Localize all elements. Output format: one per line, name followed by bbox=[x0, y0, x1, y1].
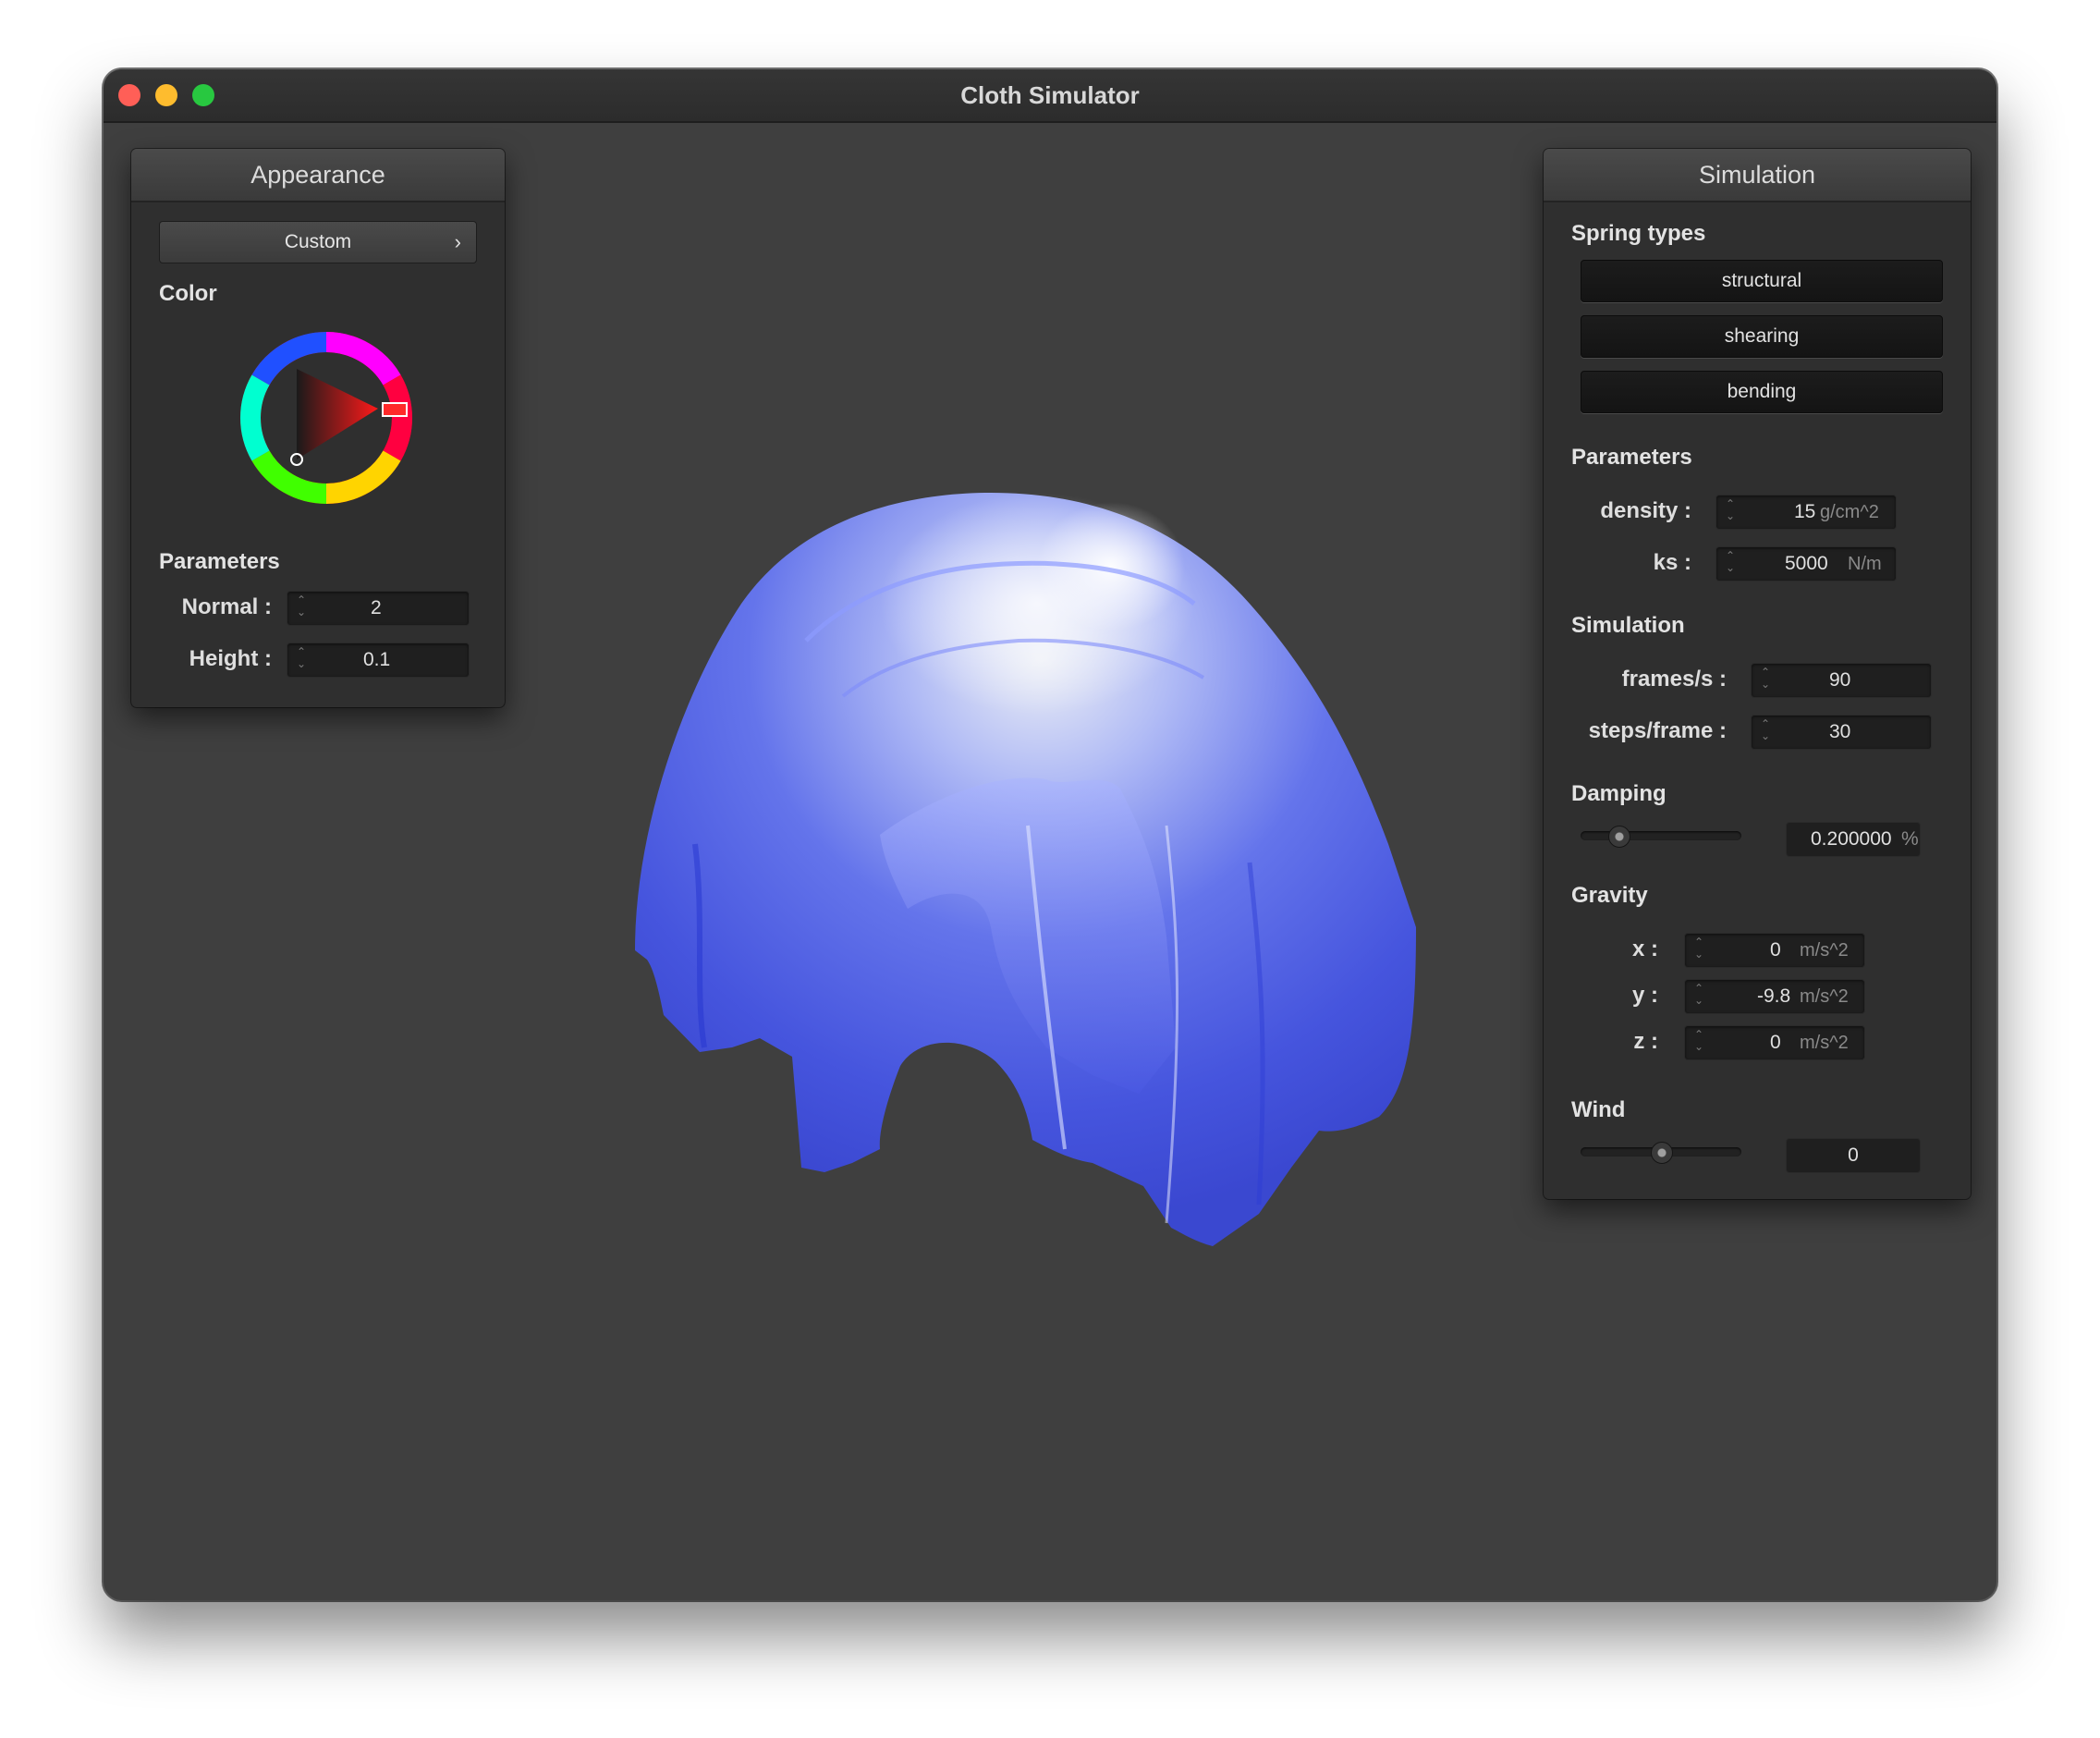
spinner-icon[interactable]: ⌃ ⌄ bbox=[295, 594, 308, 622]
wind-value-box[interactable]: 0 bbox=[1786, 1138, 1921, 1173]
gravity-z-unit: m/s^2 bbox=[1800, 1033, 1849, 1053]
ks-label: ks : bbox=[1653, 550, 1691, 575]
ks-value: 5000 bbox=[1785, 553, 1828, 574]
normal-input[interactable]: ⌃ ⌄ 2 bbox=[287, 591, 470, 626]
density-value: 15 bbox=[1794, 501, 1816, 522]
wind-slider-handle[interactable] bbox=[1651, 1142, 1673, 1164]
spinner-icon[interactable]: ⌃ ⌄ bbox=[1759, 718, 1772, 746]
preset-dropdown[interactable]: Custom › bbox=[159, 221, 477, 263]
normal-value: 2 bbox=[371, 597, 382, 618]
wind-value: 0 bbox=[1848, 1144, 1859, 1166]
damping-slider-handle[interactable] bbox=[1608, 826, 1631, 848]
gravity-y-unit: m/s^2 bbox=[1800, 986, 1849, 1007]
damping-slider[interactable] bbox=[1581, 826, 1741, 848]
gravity-x-value: 0 bbox=[1770, 939, 1781, 961]
steps-per-frame-label: steps/frame : bbox=[1588, 718, 1727, 743]
spinner-icon[interactable]: ⌃ ⌄ bbox=[1759, 667, 1772, 694]
simulation-section-label: Simulation bbox=[1571, 613, 1685, 638]
appearance-parameters-label: Parameters bbox=[159, 549, 280, 574]
window-title: Cloth Simulator bbox=[960, 81, 1140, 109]
chevron-right-icon: › bbox=[454, 230, 461, 253]
gravity-y-input[interactable]: ⌃ ⌄ -9.8 m/s^2 bbox=[1684, 979, 1865, 1014]
frames-per-s-label: frames/s : bbox=[1621, 667, 1727, 692]
wind-label: Wind bbox=[1571, 1097, 1626, 1122]
gravity-label: Gravity bbox=[1571, 883, 1648, 908]
wind-slider[interactable] bbox=[1581, 1142, 1741, 1164]
steps-per-frame-input[interactable]: ⌃ ⌄ 30 bbox=[1751, 715, 1932, 750]
spinner-icon[interactable]: ⌃ ⌄ bbox=[1724, 498, 1737, 526]
appearance-panel-header[interactable]: Appearance bbox=[131, 149, 505, 202]
damping-value: 0.200000 bbox=[1811, 828, 1892, 850]
density-label: density : bbox=[1600, 498, 1691, 523]
spinner-icon[interactable]: ⌃ ⌄ bbox=[1724, 550, 1737, 578]
height-label: Height : bbox=[189, 646, 272, 671]
appearance-panel: Appearance Custom › Color Parameters Nor… bbox=[131, 149, 505, 707]
gravity-z-value: 0 bbox=[1770, 1032, 1781, 1053]
gravity-y-label: y : bbox=[1631, 983, 1658, 1008]
structural-spring-button[interactable]: structural bbox=[1581, 260, 1943, 302]
density-input[interactable]: ⌃ ⌄ 15 g/cm^2 bbox=[1715, 495, 1897, 530]
damping-unit: % bbox=[1901, 828, 1919, 850]
height-input[interactable]: ⌃ ⌄ 0.1 bbox=[287, 643, 470, 678]
ks-unit: N/m bbox=[1848, 554, 1882, 574]
spinner-icon[interactable]: ⌃ ⌄ bbox=[1692, 983, 1705, 1010]
frames-per-s-value: 90 bbox=[1829, 669, 1851, 691]
color-wheel[interactable] bbox=[238, 330, 414, 506]
shearing-spring-button[interactable]: shearing bbox=[1581, 315, 1943, 358]
bending-spring-button[interactable]: bending bbox=[1581, 371, 1943, 413]
simulation-panel: Simulation Spring types structural shear… bbox=[1544, 149, 1971, 1199]
title-bar: Cloth Simulator bbox=[104, 69, 1996, 123]
color-section-label: Color bbox=[159, 281, 217, 306]
steps-per-frame-value: 30 bbox=[1829, 721, 1851, 742]
gravity-x-unit: m/s^2 bbox=[1800, 940, 1849, 961]
app-window: Cloth Simulator Appearance Custom › Colo… bbox=[104, 69, 1996, 1600]
damping-label: Damping bbox=[1571, 781, 1667, 806]
density-unit: g/cm^2 bbox=[1820, 502, 1879, 522]
gravity-z-label: z : bbox=[1633, 1029, 1658, 1054]
normal-label: Normal : bbox=[181, 594, 272, 619]
ks-input[interactable]: ⌃ ⌄ 5000 N/m bbox=[1715, 546, 1897, 581]
spinner-icon[interactable]: ⌃ ⌄ bbox=[295, 646, 308, 674]
simulation-panel-header[interactable]: Simulation bbox=[1544, 149, 1971, 202]
damping-value-box[interactable]: 0.200000 % bbox=[1786, 822, 1921, 857]
frames-per-s-input[interactable]: ⌃ ⌄ 90 bbox=[1751, 663, 1932, 698]
gravity-x-label: x : bbox=[1631, 936, 1658, 961]
preset-label: Custom bbox=[284, 231, 352, 252]
spinner-icon[interactable]: ⌃ ⌄ bbox=[1692, 1029, 1705, 1057]
gravity-z-input[interactable]: ⌃ ⌄ 0 m/s^2 bbox=[1684, 1025, 1865, 1060]
spinner-icon[interactable]: ⌃ ⌄ bbox=[1692, 936, 1705, 964]
gravity-y-value: -9.8 bbox=[1757, 985, 1791, 1007]
gravity-x-input[interactable]: ⌃ ⌄ 0 m/s^2 bbox=[1684, 933, 1865, 968]
spring-types-label: Spring types bbox=[1571, 221, 1706, 246]
height-value: 0.1 bbox=[363, 649, 391, 670]
sim-parameters-label: Parameters bbox=[1571, 445, 1692, 470]
